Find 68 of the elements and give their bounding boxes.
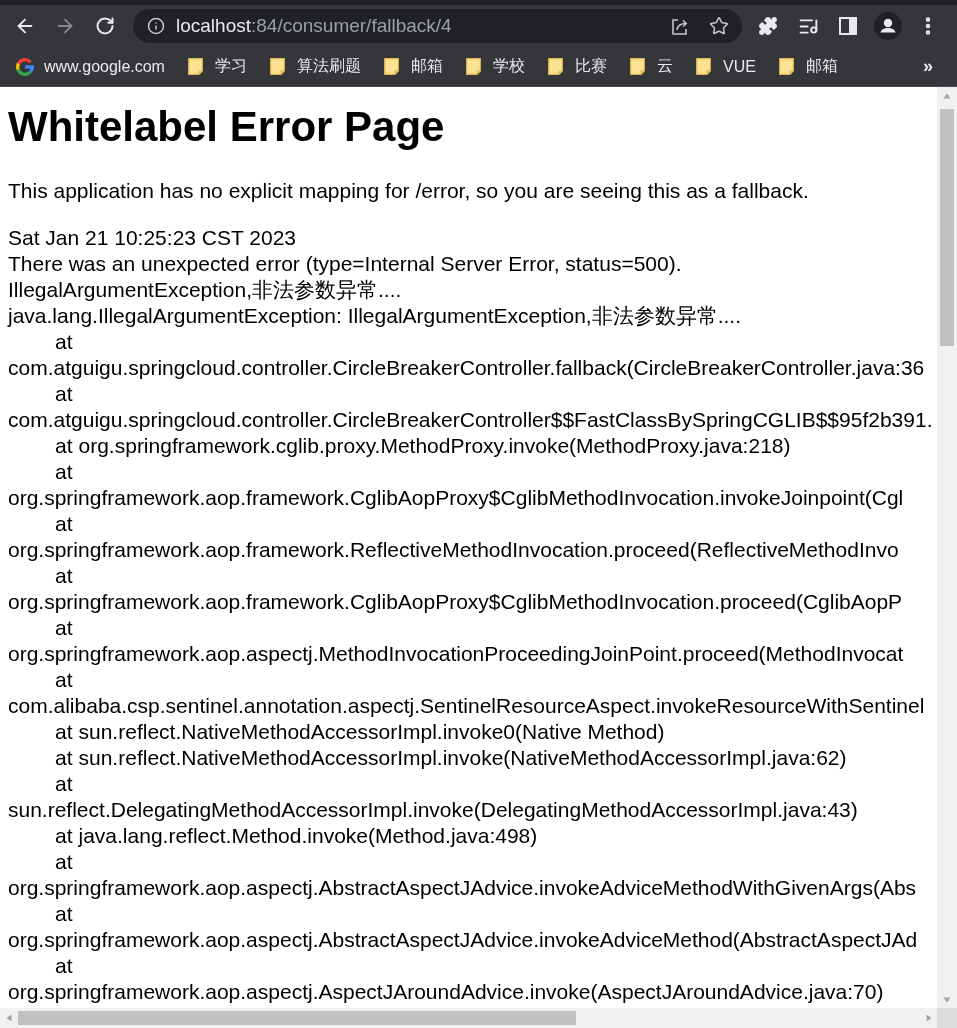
at-keyword: at (55, 563, 73, 589)
profile-avatar-icon[interactable] (874, 12, 902, 40)
more-bookmarks-button[interactable]: » (908, 52, 948, 81)
share-icon[interactable] (670, 16, 690, 36)
bookmark-link[interactable]: www.google.com (8, 52, 173, 81)
folder-icon (187, 58, 203, 75)
at-keyword: at (55, 745, 73, 771)
stack-frame: sun.reflect.NativeMethodAccessorImpl.invoke0(Native Method) (78, 719, 665, 745)
at-keyword: at (55, 719, 73, 745)
intro-text: This application has no explicit mapping for /error, so you are seeing this as a fallback. (8, 178, 810, 204)
folder-icon (383, 58, 399, 75)
error-summary-text: There was an unexpected error (type=Internal Server Error, status=500). (8, 252, 682, 275)
bookmark-folder[interactable]: 学校 (457, 52, 533, 81)
stack-frame: java.lang.reflect.Method.invoke(Method.java:498) (78, 823, 538, 849)
at-keyword: at (55, 771, 73, 797)
at-keyword: at (55, 667, 73, 693)
bookmark-folder[interactable]: VUE (687, 52, 764, 81)
folder-icon (629, 58, 645, 75)
stack-frame: com.alibaba.csp.sentinel.annotation.aspectj.SentinelResourceAspect.invokeResourceWithSentinel (8, 694, 925, 717)
bookmark-folder[interactable]: 学习 (179, 52, 255, 81)
google-logo-icon (16, 57, 34, 76)
at-keyword: at (55, 953, 73, 979)
stack-frame: org.springframework.aop.framework.ReflectiveMethodInvocation.proceed(ReflectiveMethodInvo (8, 538, 899, 561)
folder-icon (465, 58, 481, 75)
reload-icon[interactable] (95, 16, 115, 36)
folder-icon (778, 58, 794, 75)
bookmark-folder[interactable]: 邮箱 (375, 52, 451, 81)
bookmark-folder[interactable]: 云 (621, 52, 681, 81)
side-panel-icon[interactable] (839, 17, 857, 35)
at-keyword: at (55, 615, 73, 641)
star-icon[interactable] (709, 16, 729, 36)
at-keyword: at (55, 823, 73, 849)
exception-text: java.lang.IllegalArgumentException: IllegalArgumentException,非法参数异常.... (8, 304, 741, 327)
bookmark-folder[interactable]: 算法刷题 (261, 52, 369, 81)
stack-frame: com.atguigu.springcloud.controller.CircleBreakerController$$FastClassBySpringCGLIB$$95f2b391. (8, 408, 933, 431)
vertical-scrollbar-thumb[interactable] (940, 109, 954, 346)
address-bar[interactable]: localhost:84/consumer/fallback/4 (133, 9, 742, 43)
horizontal-scrollbar-thumb[interactable] (18, 1011, 576, 1025)
at-keyword: at (55, 901, 73, 927)
horizontal-scrollbar[interactable] (0, 1008, 937, 1028)
at-keyword: at (55, 433, 73, 459)
stack-frame: org.springframework.aop.aspectj.AbstractAspectJAdvice.invokeAdviceMethodWithGivenArgs(Abs (8, 876, 917, 899)
stack-frame: com.atguigu.springcloud.controller.CircleBreakerController.fallback(CircleBreakerController.java:36 (8, 356, 925, 379)
bookmark-folder[interactable]: 邮箱 (770, 52, 846, 81)
stack-frame: org.springframework.cglib.proxy.MethodProxy.invoke(MethodProxy.java:218) (78, 433, 791, 459)
folder-icon (695, 58, 711, 75)
stack-frame: org.springframework.aop.framework.CglibAopProxy$CglibMethodInvocation.invokeJoinpoint(Cgl (8, 486, 904, 509)
timestamp-text: Sat Jan 21 10:25:23 CST 2023 (8, 226, 296, 249)
bookmark-folder[interactable]: 比赛 (539, 52, 615, 81)
folder-icon (547, 58, 563, 75)
puzzle-icon[interactable] (758, 16, 778, 36)
stack-frame: sun.reflect.NativeMethodAccessorImpl.invoke(NativeMethodAccessorImpl.java:62) (78, 745, 847, 771)
at-keyword: at (55, 459, 73, 485)
stack-frame: sun.reflect.DelegatingMethodAccessorImpl.invoke(DelegatingMethodAccessorImpl.java:43) (8, 798, 858, 821)
vertical-scrollbar[interactable] (937, 87, 957, 1008)
stack-frame: org.springframework.aop.aspectj.AspectJAroundAdvice.invoke(AspectJAroundAdvice.java:70) (8, 980, 884, 1003)
info-icon[interactable] (147, 17, 165, 35)
stack-frame: org.springframework.aop.aspectj.AbstractAspectJAdvice.invokeAdviceMethod(AbstractAspectJAd (8, 928, 918, 951)
at-keyword: at (55, 329, 73, 355)
at-keyword: at (55, 511, 73, 537)
scrollbar-corner (937, 1008, 957, 1028)
stack-frame: org.springframework.aop.framework.CglibAopProxy$CglibMethodInvocation.proceed(CglibAopP (8, 590, 903, 613)
folder-icon (269, 58, 285, 75)
at-keyword: at (55, 849, 73, 875)
error-message-text: IllegalArgumentException,非法参数异常.... (8, 278, 402, 301)
stack-frame: org.springframework.aop.aspectj.MethodInvocationProceedingJoinPoint.proceed(MethodInvocat (8, 642, 904, 665)
at-keyword: at (55, 381, 73, 407)
page-heading: Whitelabel Error Page (8, 102, 446, 152)
